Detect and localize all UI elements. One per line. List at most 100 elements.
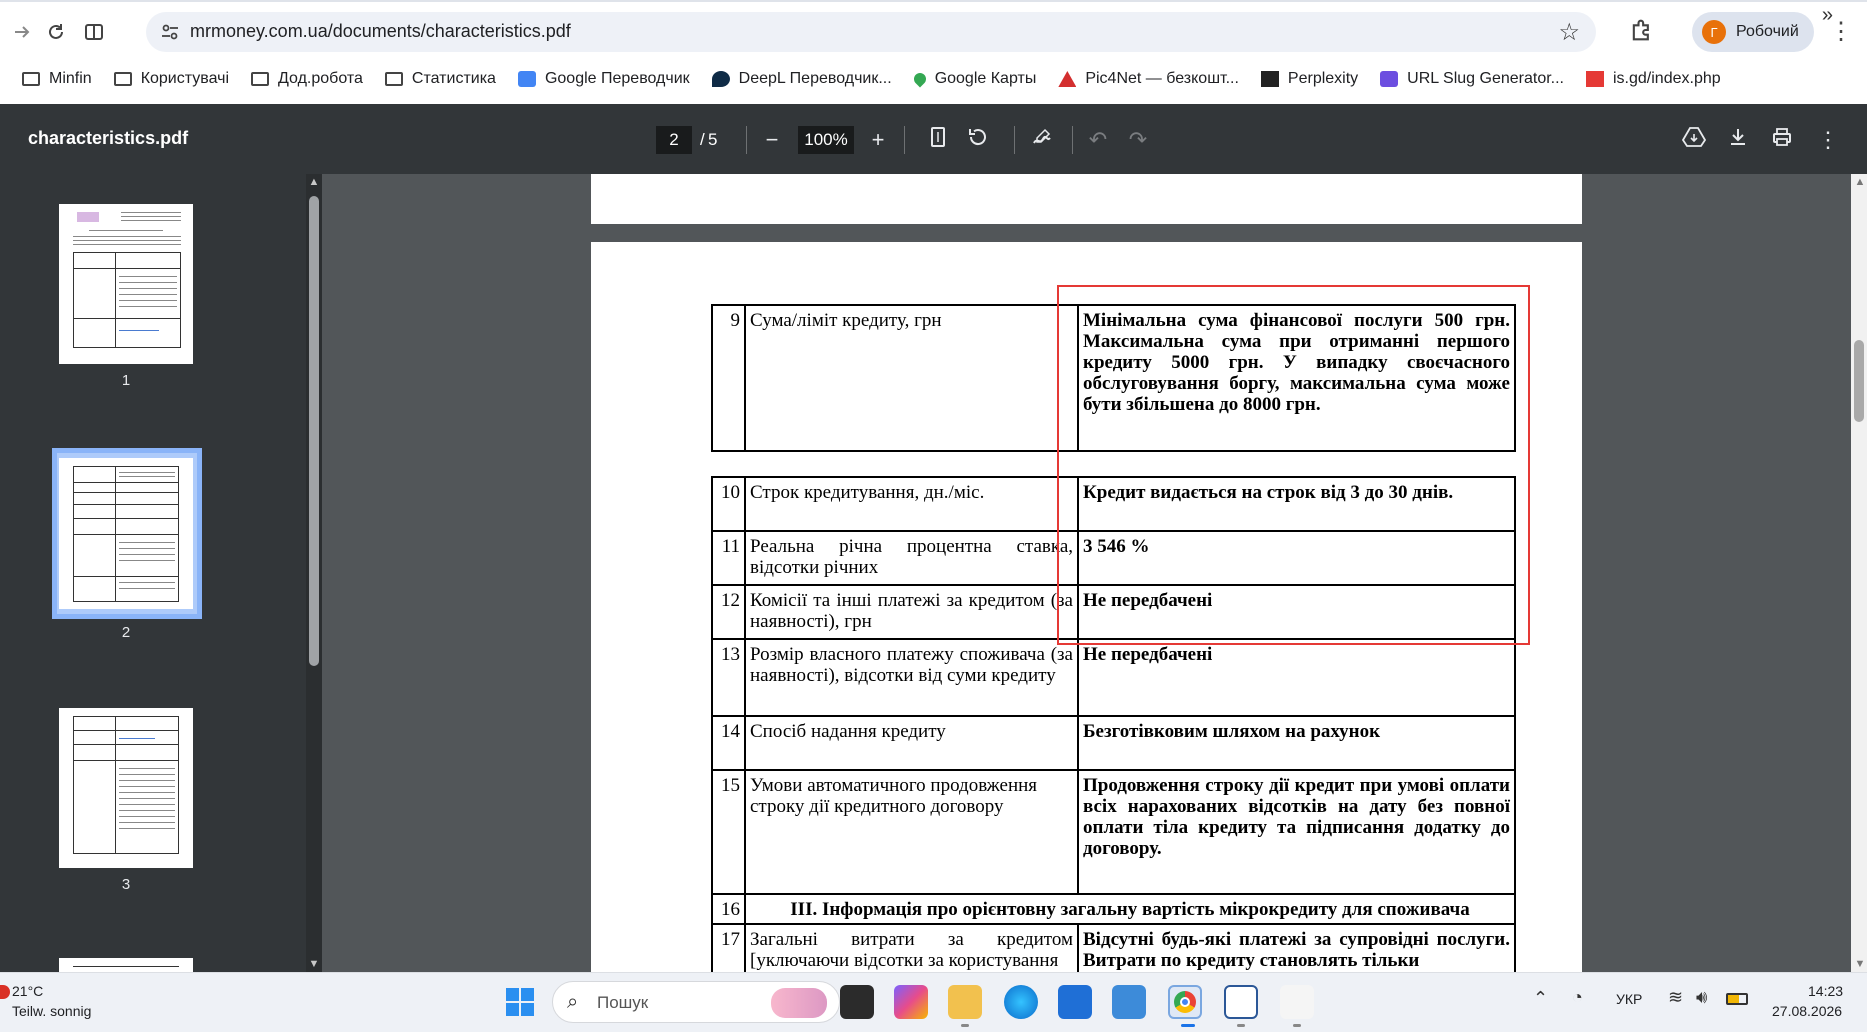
row-number: 9 [711,304,746,452]
tray-expand-icon[interactable]: ⌃ [1533,988,1548,1009]
forward-button[interactable] [4,14,40,50]
zoom-in-icon[interactable]: + [864,126,892,154]
volume-icon[interactable]: 🔊︎ [1696,987,1707,1008]
page-separator: / [700,130,705,149]
table-row: 13 Розмір власного платежу споживача (за… [711,638,1516,717]
zoom-out-icon[interactable]: − [758,126,786,154]
split-view-button[interactable] [76,14,112,50]
clock-date[interactable]: 27.08.2026 [1772,1003,1842,1019]
thumbnail-page-3[interactable] [59,708,193,868]
word-document-icon[interactable] [1224,985,1258,1019]
profile-name: Робочий [1736,23,1799,40]
search-highlight-image [771,988,827,1018]
bookmark-item[interactable]: Minfin [22,70,92,88]
bookmark-item[interactable]: Статистика [384,70,496,88]
document-scrollbar[interactable] [1851,174,1867,972]
print-icon[interactable] [1768,126,1796,154]
row-label: Спосіб надання кредиту [744,715,1079,771]
m365-icon[interactable] [894,985,928,1019]
table-row: 14 Спосіб надання кредиту Безготівковим … [711,715,1516,771]
profile-button[interactable]: Г Робочий [1692,12,1814,52]
bookmark-label: Користувачі [140,70,230,87]
more-options-icon[interactable]: ⋮ [1814,126,1842,154]
network-status-icon[interactable]: ◔ [1572,987,1583,1008]
row-label: Умови автоматичного продовження строку д… [744,769,1079,895]
avatar: Г [1702,20,1726,44]
bookmark-star-icon[interactable]: ☆ [1558,18,1580,47]
site-info-icon[interactable] [160,22,180,42]
forward-arrow-icon [15,26,30,38]
scroll-up-arrow-icon[interactable]: ▲ [307,176,321,188]
weather-description[interactable]: Teilw. sonnig [12,1003,91,1019]
outlook-icon[interactable] [1112,985,1146,1019]
bookmark-item[interactable]: Google Карты [911,70,1036,88]
sidebar-scroll-thumb[interactable] [309,196,319,666]
perplexity-icon [1260,71,1279,87]
thumbnail-page-1[interactable] [59,204,193,364]
wifi-icon[interactable]: ≋ [1668,987,1683,1008]
thumbnail-page-4[interactable] [59,958,193,972]
taskbar-search[interactable]: ⌕ Пошук [552,981,840,1023]
reload-button[interactable] [38,14,74,50]
bookmark-label: is.gd/index.php [1613,70,1721,87]
isgd-icon [1586,71,1604,87]
annotate-pen-icon[interactable] [1028,126,1056,154]
extensions-button[interactable] [1628,16,1660,48]
scroll-up-arrow-icon[interactable]: ▲ [1853,176,1867,188]
deepl-icon [711,71,730,87]
bookmark-item[interactable]: Perplexity [1260,70,1359,88]
bookmark-item[interactable]: Дод.робота [251,70,363,88]
thumbnail-page-2[interactable] [59,458,193,609]
pic4net-icon [1058,71,1077,87]
document-scroll-thumb[interactable] [1854,340,1864,422]
bookmark-item[interactable]: Користувачі [113,70,230,88]
bookmark-label: DeepL Переводчик... [738,70,892,87]
bookmark-label: Perplexity [1287,70,1359,87]
table-row: 16 ІІІ. Інформація про орієнтовну загаль… [711,893,1516,925]
edge-icon[interactable] [1004,985,1038,1019]
tab-strip-edge [0,0,1867,2]
bookmarks-overflow-icon[interactable]: » [1822,4,1833,27]
bookmark-item[interactable]: URL Slug Generator... [1380,70,1564,88]
row-label: Сума/ліміт кредиту, грн [744,304,1079,452]
bookmark-item[interactable]: DeepL Переводчик... [711,70,892,88]
rotate-icon[interactable] [964,126,992,154]
bookmark-label: URL Slug Generator... [1407,70,1564,87]
fit-page-icon[interactable] [924,126,952,154]
row-number: 10 [711,476,746,532]
toolbar-divider [1014,126,1015,154]
chrome-icon[interactable] [1168,985,1202,1019]
google-translate-icon [517,71,536,87]
keyboard-language[interactable]: УКР [1616,991,1642,1007]
url-text[interactable]: mrmoney.com.ua/documents/characteristics… [190,21,571,42]
zoom-level[interactable]: 100% [798,126,854,154]
download-icon[interactable] [1724,126,1752,154]
weather-icon[interactable] [0,985,10,999]
bookmark-item[interactable]: Google Переводчик [517,70,690,88]
scroll-down-arrow-icon[interactable]: ▼ [307,958,321,970]
weather-temperature[interactable]: 21°C [12,983,43,999]
bookmark-item[interactable]: Pic4Net — безкошт... [1058,70,1239,88]
running-indicator [1237,1024,1245,1027]
bookmark-item[interactable]: is.gd/index.php [1586,70,1721,88]
pdf-filename: characteristics.pdf [28,128,189,148]
split-view-icon [85,24,103,40]
page-number-input[interactable]: 2 [656,126,692,154]
row-number: 16 [711,893,746,925]
store-icon[interactable] [1058,985,1092,1019]
thumbnail-page-number: 2 [121,624,131,641]
bookmark-label: Pic4Net — безкошт... [1085,70,1239,87]
battery-icon[interactable] [1726,993,1748,1005]
snipping-tool-icon[interactable] [1280,985,1314,1019]
save-to-drive-icon[interactable] [1680,126,1708,154]
clock-time[interactable]: 14:23 [1808,983,1843,999]
row-number: 14 [711,715,746,771]
puzzle-icon [1632,19,1649,41]
address-bar[interactable]: mrmoney.com.ua/documents/characteristics… [146,12,1596,52]
undo-icon[interactable]: ↶ [1084,126,1112,154]
windows-start-icon[interactable] [505,987,535,1017]
scroll-down-arrow-icon[interactable]: ▼ [1853,958,1867,970]
task-view-icon[interactable] [840,985,874,1019]
redo-icon[interactable]: ↷ [1124,126,1152,154]
file-explorer-icon[interactable] [948,985,982,1019]
